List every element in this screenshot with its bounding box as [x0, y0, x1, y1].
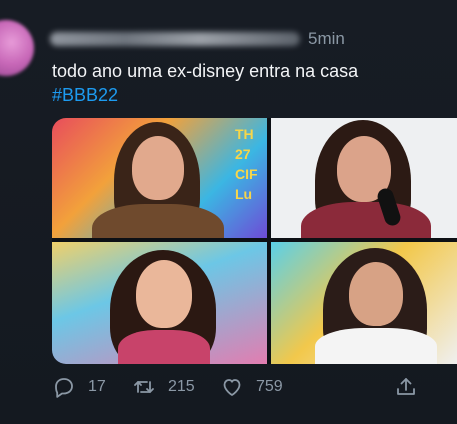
retweet-icon	[134, 381, 154, 393]
retweet-button[interactable]: 215	[132, 372, 195, 402]
reply-button[interactable]: 17	[52, 372, 106, 402]
tweet-header: 5min	[50, 28, 345, 50]
avatar[interactable]	[0, 20, 34, 76]
reply-icon	[55, 378, 73, 398]
reply-count: 17	[88, 378, 106, 395]
media-photo-2[interactable]	[271, 118, 457, 238]
like-icon	[223, 379, 241, 396]
photo-overlay-text: TH 27 CIF Lu	[235, 126, 258, 202]
media-photo-4[interactable]	[271, 242, 457, 364]
hashtag-link[interactable]: #BBB22	[52, 84, 118, 107]
tweet-text: todo ano uma ex-disney entra na casa	[52, 61, 359, 81]
media-grid[interactable]: TH 27 CIF Lu	[52, 118, 457, 364]
media-photo-3[interactable]	[52, 242, 267, 364]
share-icon	[397, 378, 415, 395]
media-photo-1[interactable]: TH 27 CIF Lu	[52, 118, 267, 238]
blurred-username[interactable]	[50, 32, 300, 46]
like-count: 759	[256, 378, 283, 395]
tweet-card[interactable]: 5min todo ano uma ex-disney entra na cas…	[0, 0, 457, 424]
action-bar: 17 215 759	[52, 372, 432, 402]
share-button[interactable]	[394, 372, 418, 402]
like-button[interactable]: 759	[220, 372, 283, 402]
tweet-time[interactable]: 5min	[308, 29, 345, 49]
retweet-count: 215	[168, 378, 195, 395]
